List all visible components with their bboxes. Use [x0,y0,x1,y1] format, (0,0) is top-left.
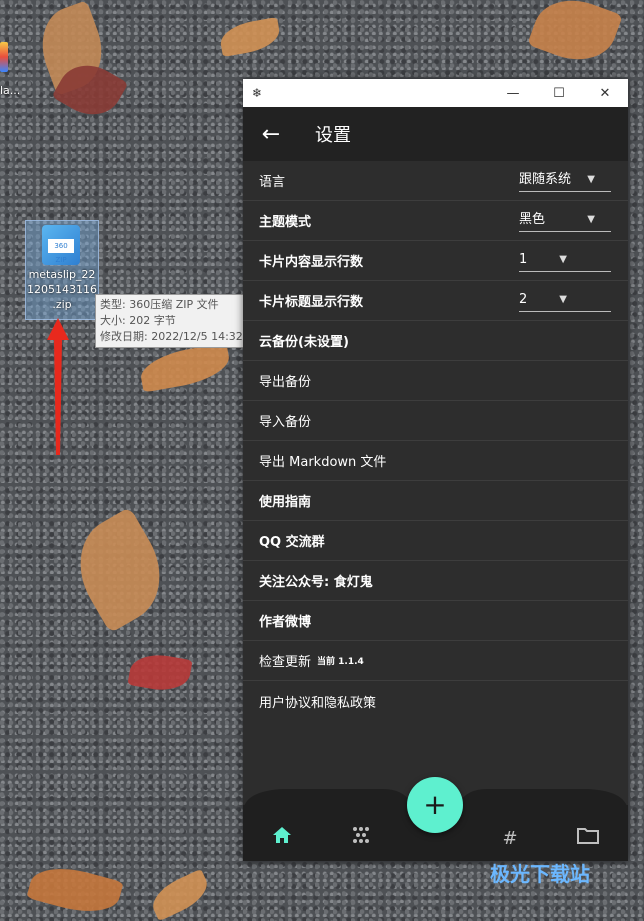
settings-header: ← 设置 [243,107,628,161]
leaf-decoration [146,868,214,921]
back-arrow-icon[interactable]: ← [243,122,299,147]
setting-export-backup[interactable]: 导出备份 [243,361,628,401]
chevron-down-icon: ▼ [587,214,595,225]
setting-user-guide[interactable]: 使用指南 [243,481,628,521]
folder-icon[interactable] [573,826,603,849]
desktop-icon-partial[interactable] [0,42,14,82]
arrow-up-to-zip [47,318,69,455]
theme-dropdown[interactable]: 黑色 ▼ [519,209,611,232]
chevron-down-icon: ▼ [587,174,595,185]
setting-card-content-lines[interactable]: 卡片内容显示行数 1 ▼ [243,241,628,281]
setting-qq-group[interactable]: QQ 交流群 [243,521,628,561]
desktop-icon-label: la... [0,84,21,97]
add-button[interactable]: + [407,777,463,833]
minimize-button[interactable]: — [490,79,536,107]
window-titlebar[interactable]: ❄ — ☐ ✕ [243,79,628,107]
setting-follow-account[interactable]: 关注公众号: 食灯鬼 [243,561,628,601]
setting-cloud-backup[interactable]: 云备份(未设置) [243,321,628,361]
title-lines-dropdown[interactable]: 2 ▼ [519,289,611,312]
archive-icon: 360 ZIP [42,225,80,265]
snowflake-icon: ❄ [251,86,263,100]
tooltip-size: 大小: 202 字节 [100,314,176,327]
setting-privacy-policy[interactable]: 用户协议和隐私政策 [243,681,628,721]
zip-badge: 360 ZIP [48,239,74,264]
tooltip-date: 修改日期: 2022/12/5 14:32 [100,330,243,343]
content-lines-dropdown[interactable]: 1 ▼ [519,249,611,272]
leaf-decoration [217,17,283,57]
current-version: 当前 1.1.4 [317,657,364,667]
setting-theme[interactable]: 主题模式 黑色 ▼ [243,201,628,241]
settings-list: 语言 跟随系统 ▼ 主题模式 黑色 ▼ 卡片内容显示行数 1 ▼ 卡片标题显示行数 2… [243,161,628,721]
maximize-button[interactable]: ☐ [536,79,582,107]
leaf-decoration [137,342,233,393]
close-button[interactable]: ✕ [582,79,628,107]
page-title: 设置 [315,125,351,146]
leaf-decoration [527,0,623,72]
chevron-down-icon: ▼ [559,254,567,265]
setting-export-markdown[interactable]: 导出 Markdown 文件 [243,441,628,481]
home-icon[interactable] [267,826,297,849]
setting-card-title-lines[interactable]: 卡片标题显示行数 2 ▼ [243,281,628,321]
chevron-down-icon: ▼ [559,294,567,305]
setting-import-backup[interactable]: 导入备份 [243,401,628,441]
leaf-decoration [26,859,124,921]
setting-author-weibo[interactable]: 作者微博 [243,601,628,641]
zip-file-icon[interactable]: 360 ZIP metaslip_22 1205143116 .zip [25,220,99,320]
leaf-decoration [60,506,180,634]
hashtag-icon[interactable]: # [495,828,525,849]
app-window: ❄ — ☐ ✕ ← 设置 语言 跟随系统 ▼ 主题模式 黑色 ▼ 卡片内容显示行数 … [243,79,628,861]
language-dropdown[interactable]: 跟随系统 ▼ [519,169,611,192]
zip-file-name: metaslip_22 1205143116 .zip [27,268,97,311]
dots-icon[interactable] [346,826,376,849]
tooltip-type: 类型: 360压缩 ZIP 文件 [100,298,219,311]
setting-check-update[interactable]: 检查更新 当前 1.1.4 [243,641,628,681]
setting-language[interactable]: 语言 跟随系统 ▼ [243,161,628,201]
leaf-decoration [127,650,193,695]
file-tooltip: 类型: 360压缩 ZIP 文件 大小: 202 字节 修改日期: 2022/1… [95,294,253,348]
watermark-logo: 极光下载站 [490,862,590,886]
